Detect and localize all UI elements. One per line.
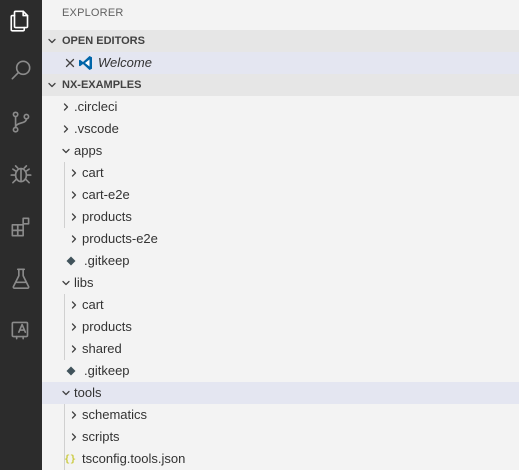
- chevron-down-icon: [42, 74, 62, 96]
- tree-item-label: products: [82, 319, 132, 334]
- chevron-right-icon: [66, 338, 82, 360]
- chevron-right-icon: [66, 404, 82, 426]
- tree-item-label: products-e2e: [82, 231, 158, 246]
- tree-folder-libs-products[interactable]: products: [42, 316, 519, 338]
- tree-item-label: apps: [74, 143, 103, 158]
- chevron-right-icon: [66, 184, 82, 206]
- activity-bar: [0, 0, 42, 470]
- testing-icon[interactable]: [0, 258, 42, 300]
- tree-folder-circleci[interactable]: .circleci: [42, 96, 519, 118]
- tree-folder-libs-cart[interactable]: cart: [42, 294, 519, 316]
- open-editor-item-welcome[interactable]: Welcome: [42, 52, 519, 74]
- tree-item-label: tools: [74, 385, 102, 400]
- tree-folder-vscode[interactable]: .vscode: [42, 118, 519, 140]
- chevron-down-icon: [42, 30, 62, 52]
- git-file-icon: [66, 360, 84, 382]
- tree-file-apps-gitkeep[interactable]: .gitkeep: [42, 250, 519, 272]
- tree-file-tsconfig-tools-json[interactable]: {} tsconfig.tools.json: [42, 448, 519, 470]
- close-icon[interactable]: [62, 58, 78, 68]
- tree-folder-tools-scripts[interactable]: scripts: [42, 426, 519, 448]
- chevron-right-icon: [66, 316, 82, 338]
- vscode-logo-icon: [78, 55, 98, 71]
- tree-item-label: libs: [74, 275, 94, 290]
- tree-folder-libs[interactable]: libs: [42, 272, 519, 294]
- tree-item-label: tsconfig.tools.json: [82, 451, 186, 466]
- open-editors-header[interactable]: OPEN EDITORS: [42, 30, 519, 52]
- explorer-sidebar: EXPLORER OPEN EDITORS Welcome NX-EXAMPLE…: [42, 0, 519, 470]
- debug-icon[interactable]: [0, 153, 42, 195]
- json-file-icon: {}: [64, 453, 77, 465]
- tree-item-label: cart: [82, 165, 104, 180]
- remote-icon[interactable]: [0, 309, 42, 351]
- chevron-right-icon: [66, 228, 82, 250]
- tree-folder-apps-cart[interactable]: cart: [42, 162, 519, 184]
- sidebar-title: EXPLORER: [62, 7, 124, 19]
- tree-file-libs-gitkeep[interactable]: .gitkeep: [42, 360, 519, 382]
- chevron-down-icon: [58, 140, 74, 162]
- workspace-header[interactable]: NX-EXAMPLES: [42, 74, 519, 96]
- tree-folder-libs-shared[interactable]: shared: [42, 338, 519, 360]
- git-file-icon: [66, 250, 84, 272]
- tree-item-label: products: [82, 209, 132, 224]
- files-icon[interactable]: [0, 0, 42, 42]
- tree-folder-apps-products[interactable]: products: [42, 206, 519, 228]
- tree-item-label: schematics: [82, 407, 148, 422]
- chevron-down-icon: [58, 382, 74, 404]
- workspace-label: NX-EXAMPLES: [62, 79, 142, 91]
- tree-item-label: cart-e2e: [82, 187, 130, 202]
- search-icon[interactable]: [0, 49, 42, 91]
- chevron-right-icon: [58, 96, 74, 118]
- chevron-right-icon: [66, 426, 82, 448]
- tree-folder-tools[interactable]: tools: [42, 382, 519, 404]
- extensions-icon[interactable]: [0, 206, 42, 248]
- chevron-right-icon: [66, 206, 82, 228]
- tree-item-label: .gitkeep: [84, 363, 130, 378]
- source-control-icon[interactable]: [0, 101, 42, 143]
- tree-folder-apps-products-e2e[interactable]: products-e2e: [42, 228, 519, 250]
- tree-item-label: shared: [82, 341, 122, 356]
- tree-folder-apps[interactable]: apps: [42, 140, 519, 162]
- chevron-down-icon: [58, 272, 74, 294]
- tree-item-label: .gitkeep: [84, 253, 130, 268]
- tree-item-label: .vscode: [74, 121, 119, 136]
- tree-item-label: scripts: [82, 429, 120, 444]
- tree-item-label: cart: [82, 297, 104, 312]
- tree-item-label: .circleci: [74, 99, 118, 114]
- chevron-right-icon: [58, 118, 74, 140]
- tree-folder-tools-schematics[interactable]: schematics: [42, 404, 519, 426]
- open-editors-label: OPEN EDITORS: [62, 35, 145, 47]
- tree-folder-apps-cart-e2e[interactable]: cart-e2e: [42, 184, 519, 206]
- chevron-right-icon: [66, 294, 82, 316]
- chevron-right-icon: [66, 162, 82, 184]
- open-editor-label: Welcome: [98, 55, 152, 70]
